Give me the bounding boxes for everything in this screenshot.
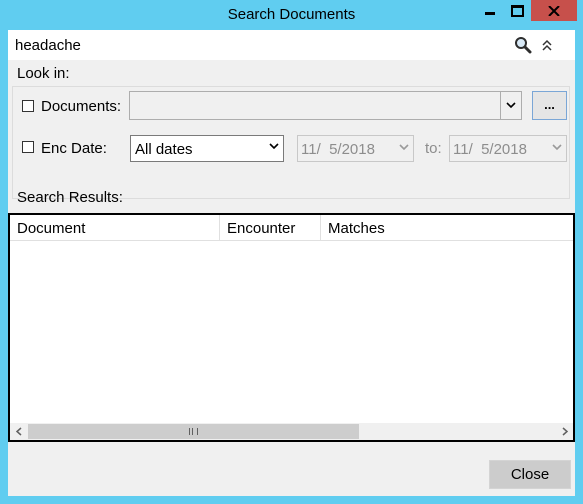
- scrollbar-thumb[interactable]: [28, 424, 359, 439]
- date-range-value: All dates: [135, 141, 193, 158]
- column-header-encounter[interactable]: Encounter: [220, 215, 321, 240]
- from-date-picker[interactable]: 11/ 5/2018: [297, 135, 414, 162]
- title-bar[interactable]: Search Documents: [0, 0, 583, 30]
- minimize-button[interactable]: [476, 0, 504, 21]
- documents-combo[interactable]: [129, 91, 522, 120]
- dialog-body: Look in: Documents: ... Enc Date: All da…: [8, 30, 575, 496]
- search-bar: [8, 30, 575, 60]
- close-button[interactable]: Close: [489, 460, 571, 489]
- browse-documents-button[interactable]: ...: [532, 91, 567, 120]
- close-icon: [548, 5, 560, 16]
- enc-date-label: Enc Date:: [41, 140, 107, 157]
- documents-label: Documents:: [41, 98, 122, 115]
- from-date-value: 11/ 5/2018: [301, 141, 375, 158]
- search-icon[interactable]: [514, 36, 532, 54]
- chevron-down-icon: [552, 144, 562, 151]
- maximize-icon: [511, 4, 524, 17]
- search-results-label: Search Results:: [17, 189, 123, 206]
- to-date-value: 11/ 5/2018: [453, 141, 527, 158]
- column-header-document[interactable]: Document: [10, 215, 220, 240]
- table-header: Document Encounter Matches: [10, 215, 573, 241]
- to-label: to:: [425, 140, 442, 157]
- chevron-down-icon: [399, 144, 409, 151]
- chevron-right-icon: [562, 427, 568, 436]
- close-window-button[interactable]: [531, 0, 577, 21]
- search-documents-window: Search Documents Look in: Documen: [0, 0, 583, 504]
- enc-date-checkbox[interactable]: [22, 141, 34, 153]
- scroll-left-button[interactable]: [10, 423, 27, 440]
- scroll-right-button[interactable]: [556, 423, 573, 440]
- search-results-table[interactable]: Document Encounter Matches: [8, 213, 575, 442]
- to-date-picker[interactable]: 11/ 5/2018: [449, 135, 567, 162]
- collapse-icon[interactable]: [540, 36, 554, 54]
- documents-checkbox[interactable]: [22, 100, 34, 112]
- search-input[interactable]: [8, 30, 508, 60]
- maximize-button[interactable]: [504, 0, 531, 21]
- minimize-icon: [485, 12, 495, 15]
- look-in-label: Look in:: [17, 65, 70, 82]
- column-header-matches[interactable]: Matches: [321, 215, 573, 240]
- chevron-down-icon: [506, 102, 516, 109]
- documents-combo-arrow[interactable]: [500, 92, 521, 119]
- chevron-left-icon: [15, 427, 21, 436]
- horizontal-scrollbar[interactable]: [10, 423, 573, 440]
- grip-icon: [189, 428, 198, 435]
- date-range-select[interactable]: All dates: [130, 135, 284, 162]
- chevron-down-icon: [269, 143, 279, 150]
